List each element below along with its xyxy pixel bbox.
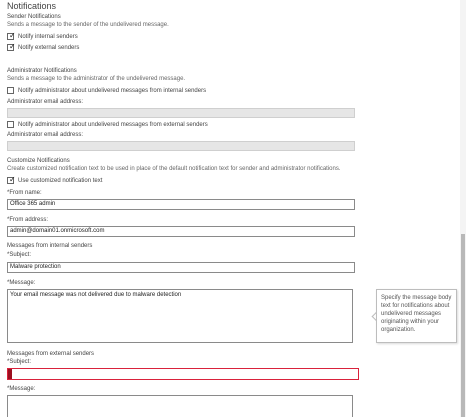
admin-notifications-heading: Administrator Notifications (7, 68, 77, 74)
internal-message-textarea[interactable]: Your email message was not delivered due… (7, 289, 353, 343)
use-custom-text-label: Use customized notification text (18, 178, 103, 184)
notify-internal-senders-label: Notify internal senders (18, 34, 78, 40)
notify-admin-internal-checkbox[interactable] (7, 87, 14, 94)
admin-email-input-internal[interactable] (7, 108, 355, 118)
external-subject-input[interactable] (7, 368, 359, 380)
internal-message-label: *Message: (7, 280, 36, 286)
internal-subject-label: *Subject: (7, 252, 32, 258)
from-name-label: *From name: (7, 190, 42, 196)
admin-email-input-external[interactable] (7, 141, 355, 151)
validation-error-marker (8, 369, 12, 379)
page-title: Notifications (7, 1, 57, 11)
internal-subject-input[interactable]: Malware protection (7, 262, 355, 273)
from-name-input[interactable]: Office 365 admin (7, 199, 355, 210)
notify-internal-senders-checkbox[interactable]: ✓ (7, 31, 16, 40)
sender-notifications-description: Sends a message to the sender of the und… (7, 22, 169, 28)
from-address-label: *From address: (7, 217, 49, 223)
admin-notifications-description: Sends a message to the administrator of … (7, 76, 186, 82)
customize-notifications-description: Create customized notification text to b… (7, 166, 341, 172)
notify-external-senders-label: Notify external senders (18, 45, 80, 51)
checkmark-icon: ✓ (9, 175, 16, 184)
external-subject-label: *Subject: (7, 359, 32, 365)
external-message-label: *Message: (7, 386, 36, 392)
use-custom-text-checkbox[interactable]: ✓ (7, 175, 16, 184)
admin-email-label-external: Administrator email address: (7, 132, 84, 138)
admin-email-label-internal: Administrator email address: (7, 99, 84, 105)
notify-external-senders-checkbox[interactable]: ✓ (7, 42, 16, 51)
sender-notifications-heading: Sender Notifications (7, 14, 61, 20)
internal-messages-heading: Messages from internal senders (7, 243, 93, 249)
notify-admin-internal-label: Notify administrator about undelivered m… (18, 88, 207, 94)
notify-admin-external-label: Notify administrator about undelivered m… (18, 122, 208, 128)
customize-notifications-heading: Customize Notifications (7, 158, 70, 164)
message-help-tooltip: Specify the message body text for notifi… (376, 289, 457, 343)
vertical-scrollbar-thumb[interactable] (461, 234, 465, 417)
external-message-textarea[interactable] (7, 395, 353, 417)
from-address-input[interactable]: admin@domain01.onmicrosoft.com (7, 226, 355, 237)
checkmark-icon: ✓ (9, 31, 16, 40)
notify-admin-external-checkbox[interactable] (7, 121, 14, 128)
external-messages-heading: Messages from external senders (7, 351, 95, 357)
checkmark-icon: ✓ (9, 42, 16, 51)
